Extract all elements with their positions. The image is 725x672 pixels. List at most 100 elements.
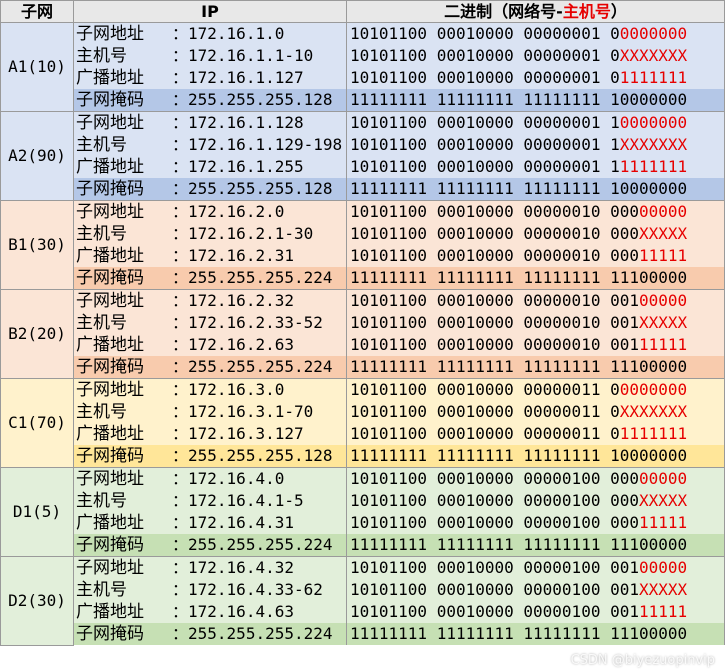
- binary-cell[interactable]: 10101100 00010000 00000001 01111111: [346, 67, 725, 89]
- binary-cell[interactable]: 10101100 00010000 00000010 00011111: [346, 245, 725, 267]
- ip-cell[interactable]: 子网地址 ：172.16.2.0: [73, 200, 347, 223]
- mask-ip-cell[interactable]: 子网掩码 ：255.255.255.128: [73, 89, 347, 112]
- label-separator: ：: [172, 246, 189, 265]
- host-bits: XXXXX: [638, 491, 688, 510]
- ip-cell[interactable]: 主机号 ：172.16.4.1-5: [73, 490, 347, 512]
- table-row: 广播地址 ：172.16.4.31 10101100 00010000 000001…: [1, 512, 725, 534]
- network-bits: 11111111 11111111 11111111 10000000: [350, 179, 688, 198]
- column-header-subnet[interactable]: 子网: [0, 0, 74, 23]
- column-header-binary[interactable]: 二进制（网络号-主机号）: [346, 0, 725, 23]
- mask-ip-cell[interactable]: 子网掩码 ：255.255.255.224: [73, 623, 347, 645]
- mask-binary-cell[interactable]: 11111111 11111111 11111111 11100000: [346, 267, 725, 290]
- table-row: 子网掩码 ：255.255.255.128 11111111 11111111 11…: [1, 178, 725, 201]
- binary-cell[interactable]: 10101100 00010000 00000001 1XXXXXXX: [346, 134, 725, 156]
- ip-cell[interactable]: 广播地址 ：172.16.4.63: [73, 601, 347, 623]
- mask-binary-cell[interactable]: 11111111 11111111 11111111 11100000: [346, 356, 725, 379]
- ip-cell[interactable]: 广播地址 ：172.16.1.255: [73, 156, 347, 178]
- mask-binary-cell[interactable]: 11111111 11111111 11111111 11100000: [346, 534, 725, 557]
- binary-cell[interactable]: 10101100 00010000 00000011 00000000: [346, 378, 725, 401]
- binary-cell[interactable]: 10101100 00010000 00000100 00011111: [346, 512, 725, 534]
- ip-cell[interactable]: 主机号 ：172.16.1.1-10: [73, 45, 347, 67]
- ip-cell[interactable]: 子网地址 ：172.16.2.32: [73, 289, 347, 312]
- network-bits: 10101100 00010000 00000001 1: [350, 157, 620, 176]
- binary-cell[interactable]: 10101100 00010000 00000001 10000000: [346, 111, 725, 134]
- network-bits: 10101100 00010000 00000001 1: [350, 135, 620, 154]
- ip-cell[interactable]: 主机号 ：172.16.2.1-30: [73, 223, 347, 245]
- ip-value: 255.255.255.224: [188, 535, 333, 554]
- subnet-name-cell[interactable]: D2(30): [0, 556, 74, 646]
- ip-cell[interactable]: 子网地址 ：172.16.1.0: [73, 22, 347, 45]
- binary-cell[interactable]: 10101100 00010000 00000001 0XXXXXXX: [346, 45, 725, 67]
- label-separator: ：: [172, 224, 189, 243]
- table-row: D2(30) 子网地址 ：172.16.4.32 10101100 00010000 …: [0, 556, 725, 646]
- binary-cell[interactable]: 10101100 00010000 00000001 11111111: [346, 156, 725, 178]
- binary-cell[interactable]: 10101100 00010000 00000010 00000000: [346, 200, 725, 223]
- subnet-name-cell[interactable]: C1(70): [0, 378, 74, 468]
- row-label: 广播地址: [76, 157, 144, 177]
- mask-binary-cell[interactable]: 11111111 11111111 11111111 10000000: [346, 445, 725, 468]
- ip-cell[interactable]: 子网地址 ：172.16.4.0: [73, 467, 347, 490]
- network-bits: 10101100 00010000 00000010 001: [350, 313, 639, 332]
- ip-cell[interactable]: 主机号 ：172.16.4.33-62: [73, 579, 347, 601]
- label-separator: ：: [172, 491, 189, 510]
- mask-ip-cell[interactable]: 子网掩码 ：255.255.255.224: [73, 356, 347, 379]
- row-label: 子网掩码: [76, 357, 144, 377]
- host-bits: 00000: [638, 291, 688, 310]
- binary-header-host: 主机号: [562, 2, 611, 21]
- network-bits: 10101100 00010000 00000010 001: [350, 291, 639, 310]
- binary-cell[interactable]: 10101100 00010000 00000100 001XXXXX: [346, 579, 725, 601]
- column-header-ip[interactable]: IP: [73, 0, 347, 23]
- subnet-name-cell[interactable]: A2(90): [0, 111, 74, 201]
- ip-cell[interactable]: 子网地址 ：172.16.4.32: [73, 556, 347, 579]
- ip-cell[interactable]: 广播地址 ：172.16.1.127: [73, 67, 347, 89]
- mask-ip-cell[interactable]: 子网掩码 ：255.255.255.128: [73, 445, 347, 468]
- binary-cell[interactable]: 10101100 00010000 00000100 000XXXXX: [346, 490, 725, 512]
- binary-cell[interactable]: 10101100 00010000 00000100 00000000: [346, 467, 725, 490]
- binary-cell[interactable]: 10101100 00010000 00000100 00111111: [346, 601, 725, 623]
- row-label: 广播地址: [76, 424, 144, 444]
- binary-cell[interactable]: 10101100 00010000 00000010 000XXXXX: [346, 223, 725, 245]
- binary-cell[interactable]: 10101100 00010000 00000010 00100000: [346, 289, 725, 312]
- table-row: 广播地址 ：172.16.2.63 10101100 00010000 000000…: [1, 334, 725, 356]
- ip-cell[interactable]: 子网地址 ：172.16.1.128: [73, 111, 347, 134]
- table-row: 子网掩码 ：255.255.255.224 11111111 11111111 11…: [1, 623, 725, 645]
- ip-value: 172.16.4.0: [188, 469, 285, 488]
- subnet-name-cell[interactable]: A1(10): [0, 22, 74, 112]
- ip-cell[interactable]: 广播地址 ：172.16.3.127: [73, 423, 347, 445]
- binary-cell[interactable]: 10101100 00010000 00000001 00000000: [346, 22, 725, 45]
- host-bits: 1111111: [619, 157, 688, 176]
- binary-cell[interactable]: 10101100 00010000 00000011 0XXXXXXX: [346, 401, 725, 423]
- table-row: 广播地址 ：172.16.1.127 10101100 00010000 00000…: [1, 67, 725, 89]
- ip-cell[interactable]: 主机号 ：172.16.1.129-198: [73, 134, 347, 156]
- ip-cell[interactable]: 广播地址 ：172.16.2.31: [73, 245, 347, 267]
- mask-binary-cell[interactable]: 11111111 11111111 11111111 10000000: [346, 178, 725, 201]
- host-bits: XXXXXXX: [619, 135, 688, 154]
- subnet-name-cell[interactable]: D1(5): [0, 467, 74, 557]
- binary-cell[interactable]: 10101100 00010000 00000011 01111111: [346, 423, 725, 445]
- ip-cell[interactable]: 广播地址 ：172.16.2.63: [73, 334, 347, 356]
- mask-ip-cell[interactable]: 子网掩码 ：255.255.255.224: [73, 267, 347, 290]
- binary-cell[interactable]: 10101100 00010000 00000010 001XXXXX: [346, 312, 725, 334]
- binary-cell[interactable]: 10101100 00010000 00000100 00100000: [346, 556, 725, 579]
- label-separator: ：: [172, 602, 189, 621]
- host-bits: 0000000: [619, 380, 688, 399]
- ip-cell[interactable]: 广播地址 ：172.16.4.31: [73, 512, 347, 534]
- ip-cell[interactable]: 主机号 ：172.16.2.33-52: [73, 312, 347, 334]
- host-bits: XXXXX: [638, 580, 688, 599]
- subnet-name-cell[interactable]: B1(30): [0, 200, 74, 290]
- ip-cell[interactable]: 子网地址 ：172.16.3.0: [73, 378, 347, 401]
- table-row: 子网掩码 ：255.255.255.224 11111111 11111111 11…: [1, 534, 725, 557]
- mask-ip-cell[interactable]: 子网掩码 ：255.255.255.128: [73, 178, 347, 201]
- row-label: 广播地址: [76, 335, 144, 355]
- network-bits: 10101100 00010000 00000100 000: [350, 469, 639, 488]
- label-separator: ：: [172, 68, 189, 87]
- row-label: 子网地址: [76, 24, 144, 44]
- ip-cell[interactable]: 主机号 ：172.16.3.1-70: [73, 401, 347, 423]
- mask-ip-cell[interactable]: 子网掩码 ：255.255.255.224: [73, 534, 347, 557]
- host-bits: 1111111: [619, 424, 688, 443]
- host-bits: XXXXX: [638, 224, 688, 243]
- binary-cell[interactable]: 10101100 00010000 00000010 00111111: [346, 334, 725, 356]
- mask-binary-cell[interactable]: 11111111 11111111 11111111 11100000: [346, 623, 725, 645]
- subnet-name-cell[interactable]: B2(20): [0, 289, 74, 379]
- mask-binary-cell[interactable]: 11111111 11111111 11111111 10000000: [346, 89, 725, 112]
